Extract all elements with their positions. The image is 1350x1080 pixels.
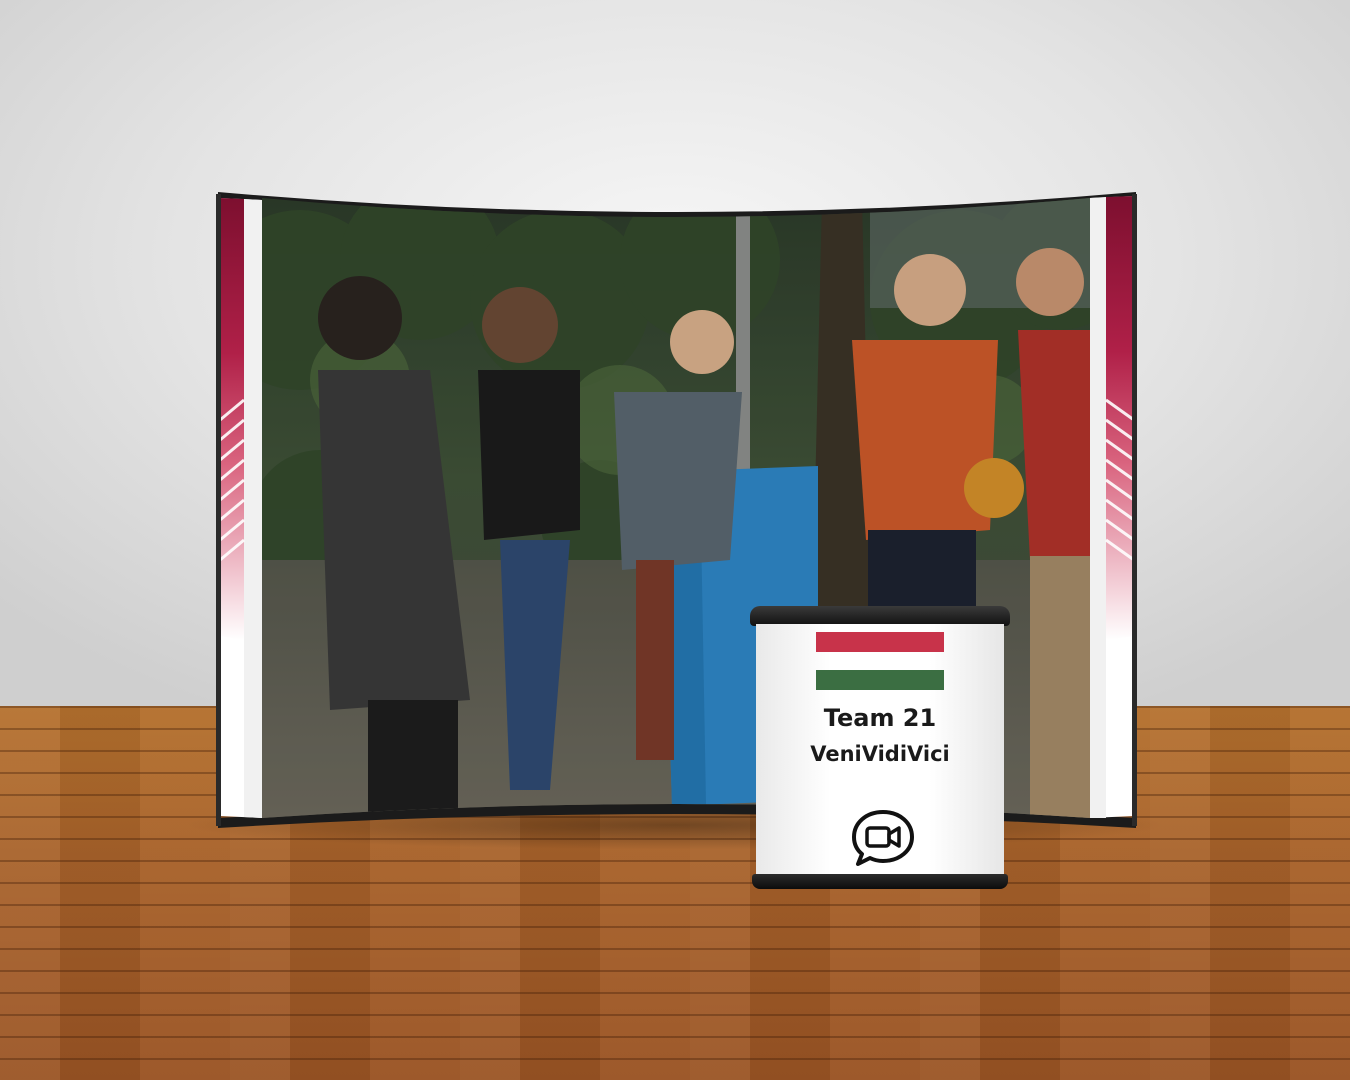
flag-green-stripe <box>816 670 944 690</box>
counter-base <box>752 874 1008 889</box>
counter-top <box>750 606 1010 626</box>
expo-booth-scene: Team 21 VeniVidiVici <box>0 0 1350 1080</box>
flag-red-stripe <box>816 632 944 652</box>
right-side-panel <box>1090 196 1135 818</box>
team-number: Team 21 <box>823 704 937 732</box>
video-chat-bubble-icon[interactable] <box>850 808 916 868</box>
booth-counter: Team 21 VeniVidiVici <box>750 606 1010 889</box>
curved-backwall <box>216 192 1137 828</box>
left-side-panel <box>219 198 262 818</box>
team-name: VeniVidiVici <box>810 742 950 766</box>
counter-front: Team 21 VeniVidiVici <box>756 624 1004 878</box>
